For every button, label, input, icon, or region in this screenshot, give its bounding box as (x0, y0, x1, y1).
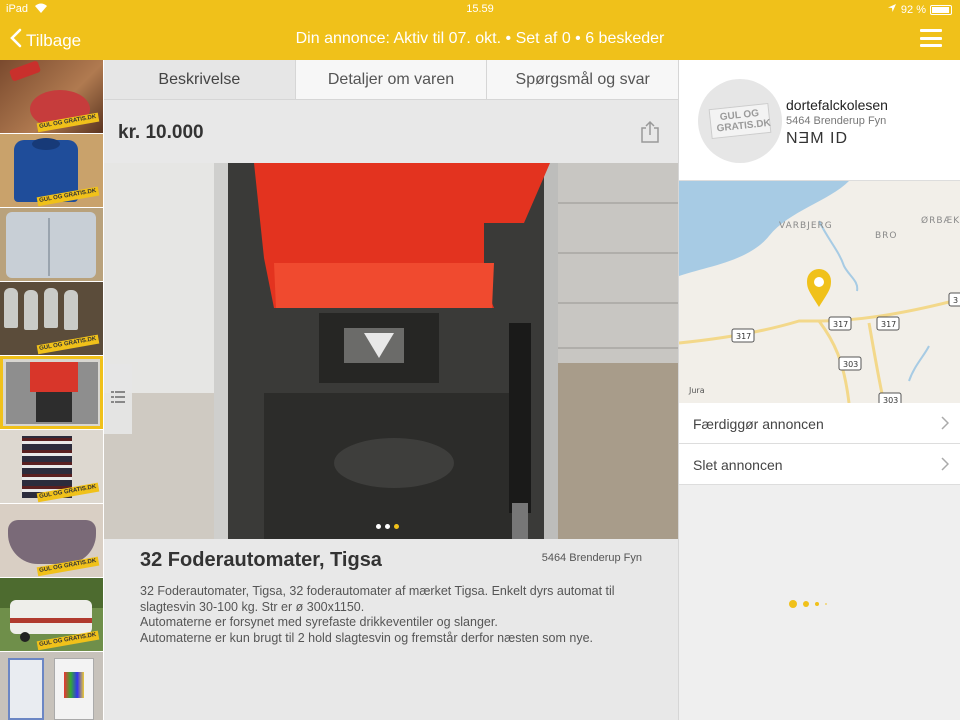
loading-indicator (789, 600, 827, 608)
status-bar: iPad 15.59 92 % (0, 0, 960, 20)
thumbnail-8[interactable]: GUL OG GRATIS.DK (0, 578, 103, 651)
nemid-badge: NƎM ID (786, 130, 848, 147)
thumbnail-watermark: GUL OG GRATIS.DK (36, 334, 100, 355)
nav-bar: Tilbage Din annonce: Aktiv til 07. okt. … (0, 20, 960, 60)
description-line: Automaterne er kun brugt til 2 hold slag… (140, 630, 594, 645)
main-photo[interactable] (104, 163, 678, 539)
avatar-logo: GUL OG GRATIS.DK (708, 102, 772, 140)
chevron-right-icon (941, 416, 950, 435)
hamburger-menu-icon[interactable] (920, 29, 942, 47)
location-map[interactable]: VARBJERG BRO ØRBÆK Jura 317 317 317 303 … (679, 181, 960, 403)
feeder-photo (104, 163, 678, 539)
thumbnail-2[interactable]: GUL OG GRATIS.DK (0, 134, 103, 207)
thumbnail-6[interactable]: GUL OG GRATIS.DK (0, 430, 103, 503)
tab-item-details[interactable]: Detaljer om varen (294, 60, 487, 99)
map-label-orbaek: ØRBÆK (921, 215, 960, 226)
status-right: 92 % (887, 3, 952, 16)
map-graphic: VARBJERG BRO ØRBÆK Jura 317 317 317 303 … (679, 181, 960, 403)
top-bar: iPad 15.59 92 % Tilbage Din annonce: Akt… (0, 0, 960, 60)
tab-questions-answers[interactable]: Spørgsmål og svar (486, 60, 678, 99)
battery-percent: 92 % (900, 3, 926, 16)
seller-location: 5464 Brenderup Fyn (786, 115, 887, 127)
map-label-varbjerg: VARBJERG (779, 221, 833, 231)
map-label-bro: BRO (875, 231, 898, 241)
price: kr. 10.000 (118, 122, 204, 143)
share-icon[interactable] (640, 120, 660, 149)
road-sign-317: 317 (736, 332, 751, 341)
thumbnail-9[interactable] (0, 652, 103, 720)
road-sign-303: 303 (843, 360, 858, 369)
delete-listing-button[interactable]: Slet annoncen (679, 444, 960, 485)
thumbnail-4[interactable]: GUL OG GRATIS.DK (0, 282, 103, 355)
thumbnail-3[interactable] (0, 208, 103, 281)
location-arrow-icon (887, 3, 897, 16)
clock: 15.59 (466, 3, 494, 15)
delete-listing-label: Slet annoncen (693, 457, 783, 473)
listing-description: 32 Foderautomater, Tigsa, 32 foderautoma… (140, 584, 640, 646)
map-label-jura: Jura (688, 386, 705, 395)
listing-details: 32 Foderautomater, Tigsa 5464 Brenderup … (104, 539, 678, 720)
listing-title: 32 Foderautomater, Tigsa (140, 549, 382, 571)
description-line: slagtesvin 30-100 kg. Str er ø 300x1150. (140, 599, 365, 614)
list-icon (111, 390, 125, 409)
battery-icon (930, 4, 952, 15)
thumbnail-1[interactable]: GUL OG GRATIS.DK (0, 60, 103, 133)
complete-listing-label: Færdiggør annoncen (693, 416, 824, 432)
complete-listing-button[interactable]: Færdiggør annoncen (679, 403, 960, 444)
price-row: kr. 10.000 (104, 100, 678, 163)
road-sign-317: 317 (833, 320, 848, 329)
thumbnail-5[interactable] (0, 356, 103, 429)
thumbnail-strip: GUL OG GRATIS.DK GUL OG GRATIS.DK GUL OG… (0, 60, 104, 720)
seller-panel: GUL OG GRATIS.DK dortefalckolesen 5464 B… (678, 60, 960, 720)
seller-username: dortefalckolesen (786, 97, 888, 113)
seller-profile[interactable]: GUL OG GRATIS.DK dortefalckolesen 5464 B… (679, 60, 960, 181)
tab-bar: Beskrivelse Detaljer om varen Spørgsmål … (104, 60, 678, 100)
avatar: GUL OG GRATIS.DK (698, 79, 782, 163)
listing-location: 5464 Brenderup Fyn (541, 552, 642, 564)
thumbnail-7[interactable]: GUL OG GRATIS.DK (0, 504, 103, 577)
photo-page-indicator (376, 524, 399, 529)
road-sign-303: 303 (883, 396, 898, 403)
chevron-right-icon (941, 457, 950, 476)
description-line: 32 Foderautomater, Tigsa, 32 foderautoma… (140, 584, 615, 598)
tab-description[interactable]: Beskrivelse (104, 60, 295, 99)
thumbnail-list-toggle[interactable] (104, 364, 132, 434)
description-line: Automaterne er forsynet med syrefaste dr… (140, 615, 498, 629)
page-title: Din annonce: Aktiv til 07. okt. • Set af… (295, 30, 665, 47)
road-sign-3: 3 (953, 296, 958, 305)
road-sign-317: 317 (881, 320, 896, 329)
